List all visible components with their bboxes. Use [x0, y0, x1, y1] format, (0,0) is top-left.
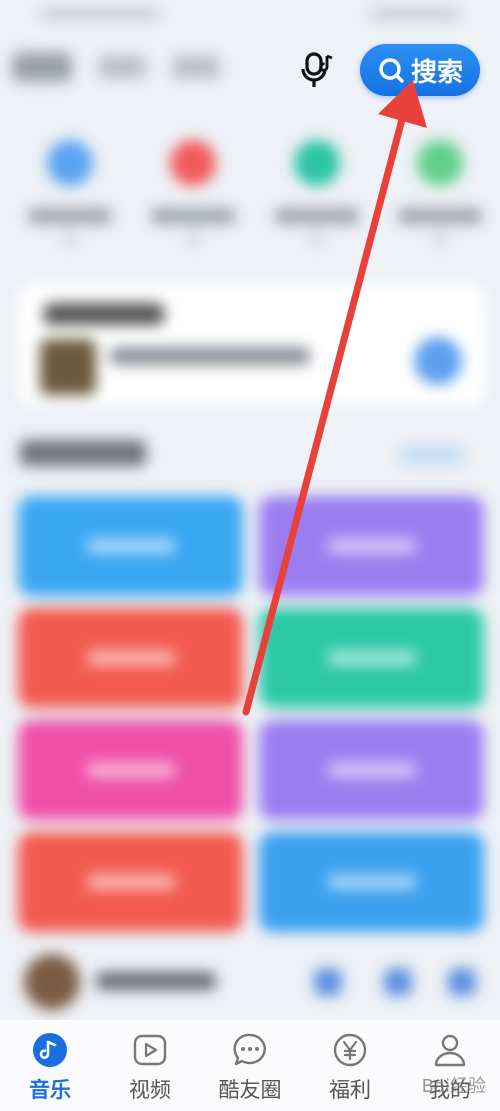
- status-bar-right: [370, 8, 460, 20]
- yuan-coin-icon: [332, 1032, 368, 1068]
- quick-entry-icon: [170, 140, 217, 186]
- quick-entry-3[interactable]: [267, 140, 367, 244]
- top-tab-2[interactable]: [98, 55, 146, 79]
- nav-label-video: 视频: [129, 1078, 171, 1102]
- status-bar: [0, 0, 500, 30]
- category-tile-7[interactable]: [18, 832, 243, 932]
- recommend-thumbnail: [40, 339, 96, 395]
- category-tile-5[interactable]: [18, 720, 243, 820]
- status-bar-left: [40, 8, 160, 20]
- category-tiles: [18, 496, 484, 932]
- search-button-label: 搜索: [410, 57, 463, 88]
- nav-label-welfare: 福利: [329, 1078, 371, 1102]
- search-icon: [379, 58, 404, 83]
- quick-entry-4[interactable]: [390, 140, 490, 244]
- mini-player-more-button[interactable]: [448, 968, 476, 996]
- section-more-link[interactable]: [400, 446, 464, 464]
- category-tile-3[interactable]: [18, 608, 243, 708]
- nav-item-video[interactable]: 视频: [102, 1032, 198, 1104]
- quick-entry-sub: [310, 234, 323, 244]
- nav-item-music[interactable]: 音乐: [2, 1032, 98, 1104]
- quick-entry-sub: [64, 234, 76, 244]
- voice-search-icon[interactable]: [300, 50, 336, 90]
- mini-player-cover: [24, 954, 80, 1010]
- quick-entry-icon: [47, 140, 93, 186]
- mini-player-list-button[interactable]: [384, 968, 412, 996]
- quick-entry-icon: [293, 140, 340, 186]
- video-play-icon: [132, 1032, 168, 1068]
- watermark: Bai经验: [421, 1076, 486, 1097]
- user-icon: [432, 1032, 468, 1068]
- nav-item-welfare[interactable]: 福利: [302, 1032, 398, 1104]
- recommend-text: [110, 347, 310, 365]
- quick-entry-sub: [187, 234, 200, 244]
- recommend-play-button[interactable]: [414, 337, 462, 385]
- quick-entry-label: [397, 208, 482, 224]
- blurred-background: [0, 0, 500, 1020]
- recommend-title: [44, 303, 164, 325]
- mini-player-title: [96, 972, 216, 990]
- recommend-card[interactable]: [18, 285, 486, 405]
- top-tab-3[interactable]: [172, 55, 220, 79]
- quick-entry-sub: [433, 234, 446, 244]
- top-tabs: [12, 52, 220, 82]
- nav-label-friends: 酷友圈: [218, 1078, 282, 1102]
- category-tile-2[interactable]: [259, 496, 484, 596]
- chat-bubble-icon: [232, 1032, 268, 1068]
- quick-entry-label: [274, 208, 359, 224]
- category-tile-6[interactable]: [259, 720, 484, 820]
- quick-entry-icon: [416, 140, 463, 186]
- quick-entry-row: [20, 140, 490, 244]
- search-button[interactable]: 搜索: [360, 44, 480, 96]
- category-tile-4[interactable]: [259, 608, 484, 708]
- mini-player[interactable]: [0, 948, 500, 1016]
- category-tile-8[interactable]: [259, 832, 484, 932]
- quick-entry-label: [28, 208, 112, 224]
- quick-entry-2[interactable]: [143, 140, 243, 244]
- top-tab-1[interactable]: [12, 52, 72, 82]
- nav-item-friends[interactable]: 酷友圈: [202, 1032, 298, 1104]
- nav-label-music: 音乐: [29, 1078, 71, 1102]
- quick-entry-label: [151, 208, 236, 224]
- quick-entry-1[interactable]: [20, 140, 120, 244]
- mini-player-play-button[interactable]: [314, 968, 342, 996]
- category-tile-1[interactable]: [18, 496, 243, 596]
- music-note-icon: [32, 1032, 68, 1068]
- section-title: [20, 440, 146, 466]
